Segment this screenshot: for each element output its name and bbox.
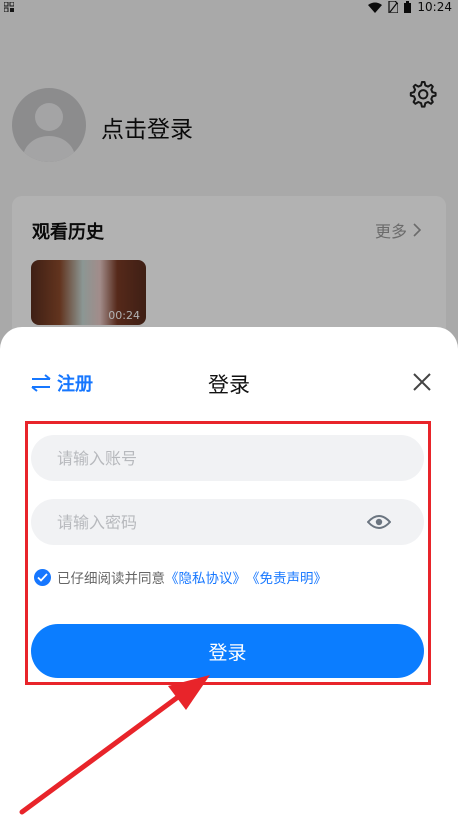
sheet-title: 登录 xyxy=(208,373,250,397)
annotation-highlight-box xyxy=(25,421,431,685)
close-icon[interactable] xyxy=(411,371,433,393)
